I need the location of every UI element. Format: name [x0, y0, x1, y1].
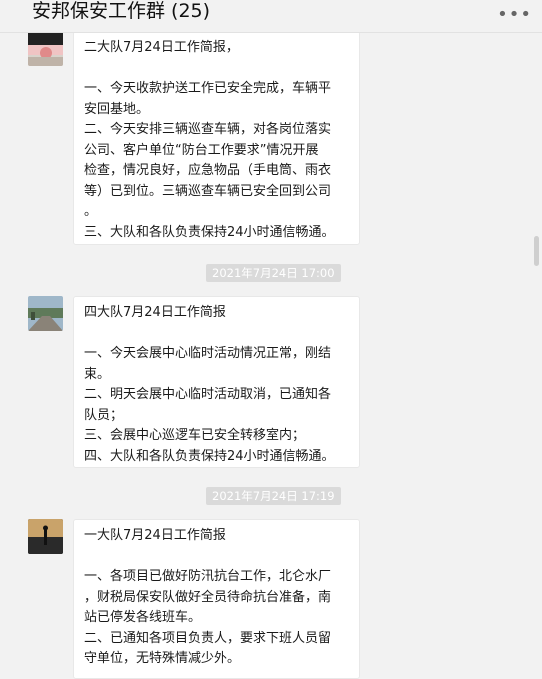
- message-bubble[interactable]: 二大队7月24日工作简报， 一、今天收款护送工作已安全完成，车辆平 安回基地。 …: [73, 31, 360, 245]
- message-line: 三、大队和各队负责保持24小时通信畅通。: [84, 224, 335, 240]
- message-bubble[interactable]: 四大队7月24日工作简报 一、今天会展中心临时活动情况正常，刚结 束。 二、明天…: [73, 296, 360, 468]
- message-list[interactable]: 二大队7月24日工作简报， 一、今天收款护送工作已安全完成，车辆平 安回基地。 …: [0, 31, 542, 679]
- message-line: 一大队7月24日工作简报: [84, 528, 226, 543]
- message-line: 一、各项目已做好防汛抗台工作，北仑水厂: [84, 569, 332, 584]
- message-line: 四大队7月24日工作简报: [84, 305, 226, 320]
- message-line: 公司、客户单位“防台工作要求”情况开展: [84, 142, 319, 158]
- avatar[interactable]: [28, 296, 63, 331]
- message-line: 一、今天收款护送工作已安全完成，车辆平: [84, 81, 332, 96]
- message-line: 等）已到位。三辆巡查车辆已安全回到公司: [84, 183, 332, 199]
- message-line: 二、已通知各项目负责人，要求下班人员留: [84, 630, 332, 646]
- timestamp: 2021年7月24日 17:00: [206, 264, 341, 282]
- chat-title: 安邦保安工作群 (25): [32, 0, 211, 22]
- message-line: 。: [84, 204, 98, 219]
- avatar[interactable]: [28, 519, 63, 554]
- chat-header: 安邦保安工作群 (25) •••: [0, 0, 542, 33]
- avatar[interactable]: [28, 31, 63, 66]
- message-line: 检查，情况良好，应急物品（手电筒、雨衣: [84, 163, 332, 178]
- timestamp: 2021年7月24日 17:19: [206, 487, 341, 505]
- more-dots-icon[interactable]: •••: [497, 4, 532, 25]
- scrollbar-thumb[interactable]: [534, 236, 539, 266]
- message-line: 二大队7月24日工作简报，: [84, 40, 239, 55]
- message-line: 安回基地。: [84, 101, 150, 117]
- message-line: 队员；: [84, 407, 124, 423]
- message-line: 束。: [84, 366, 111, 382]
- message-line: 站已停发各线班车。: [84, 610, 202, 625]
- message-line: 一、今天会展中心临时活动情况正常，刚结: [84, 346, 332, 361]
- message-line: 守单位，无特殊情减少外。: [84, 651, 241, 666]
- message-line: ，财税局保安队做好全员待命抗台准备，南: [84, 589, 332, 605]
- message-line: 三、会展中心巡逻车已安全转移室内；: [84, 428, 306, 443]
- message-bubble[interactable]: 一大队7月24日工作简报 一、各项目已做好防汛抗台工作，北仑水厂 ，财税局保安队…: [73, 519, 360, 679]
- message-line: 二、今天安排三辆巡查车辆，对各岗位落实: [84, 122, 332, 137]
- message-line: 二、明天会展中心临时活动取消，已通知各: [84, 387, 332, 402]
- message-line: 四、大队和各队负责保持24小时通信畅通。: [84, 448, 335, 464]
